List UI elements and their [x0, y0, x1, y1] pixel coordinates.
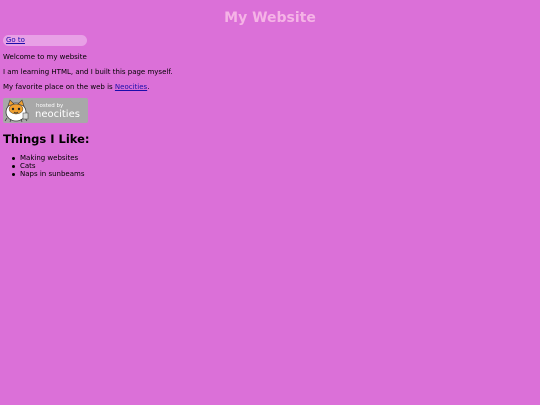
- likes-list: Making websites Cats Naps in sunbeams: [11, 154, 85, 178]
- neocities-cat-icon: [4, 99, 29, 123]
- welcome-text: Welcome to my website: [3, 53, 87, 61]
- list-item: Cats: [11, 162, 84, 170]
- things-i-like-heading: Things I Like:: [3, 132, 90, 146]
- favorite-text: My favorite place on the web is Neocitie…: [3, 83, 523, 92]
- list-item: Naps in sunbeams: [11, 170, 85, 178]
- hosted-by-neocities-badge[interactable]: hosted by neocities: [3, 98, 88, 123]
- favorite-suffix: .: [147, 83, 150, 91]
- neocities-badge-graphic: hosted by neocities: [4, 99, 80, 123]
- badge-brand-text: neocities: [35, 109, 80, 120]
- goto-bar: Go to: [3, 35, 87, 46]
- goto-link[interactable]: Go to: [6, 36, 25, 44]
- learning-text: I am learning HTML, and I built this pag…: [3, 68, 173, 76]
- page-title: My Website: [224, 10, 316, 26]
- neocities-link[interactable]: Neocities: [115, 83, 147, 91]
- favorite-prefix: My favorite place on the web is: [3, 83, 115, 91]
- list-item: Making websites: [11, 154, 84, 162]
- intro-section: Welcome to my website I am learning HTML…: [3, 53, 523, 92]
